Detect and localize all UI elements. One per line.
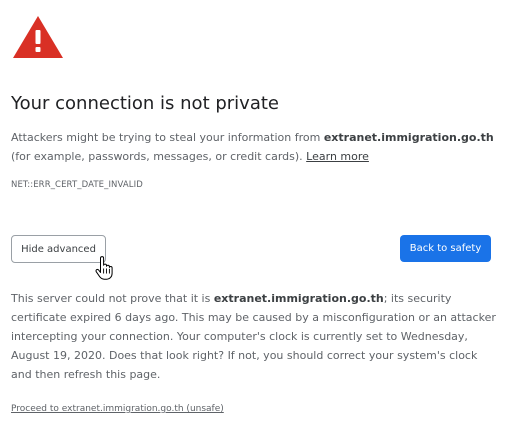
details-text-after: ; its security certificate expired 6 day… [11,292,496,381]
proceed-unsafe-link[interactable]: Proceed to extranet.immigration.go.th (u… [11,403,224,416]
intro-text-before: Attackers might be trying to steal your … [11,131,324,144]
warning-message: Attackers might be trying to steal your … [11,128,497,166]
warning-triangle-icon [13,16,63,58]
intro-text-after: (for example, passwords, messages, or cr… [11,150,307,163]
details-text-before: This server could not prove that it is [11,292,214,305]
site-domain: extranet.immigration.go.th [323,131,494,144]
certificate-details: This server could not prove that it is e… [11,289,497,384]
hand-pointer-cursor-icon [95,256,113,280]
error-code: NET::ERR_CERT_DATE_INVALID [11,180,143,190]
page-title: Your connection is not private [11,93,279,114]
hide-advanced-button[interactable]: Hide advanced [11,235,106,263]
learn-more-link[interactable]: Learn more [306,150,369,163]
details-domain: extranet.immigration.go.th [213,292,384,305]
back-to-safety-button[interactable]: Back to safety [400,235,491,262]
